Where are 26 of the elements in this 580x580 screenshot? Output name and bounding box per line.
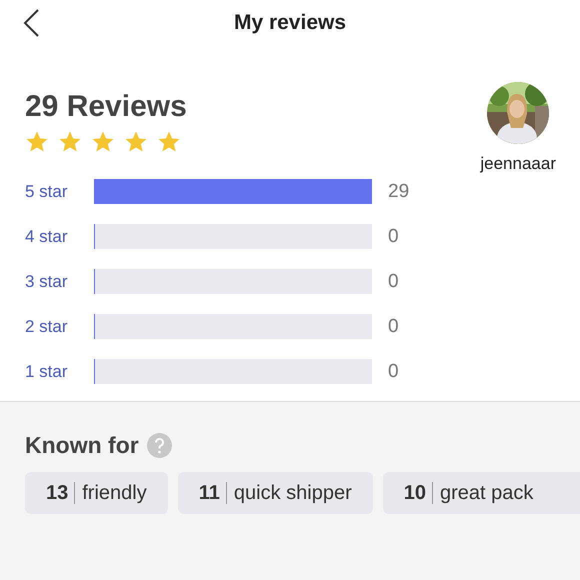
tag-label: great pack <box>438 482 534 504</box>
star-icon <box>91 130 115 154</box>
review-count: 29 Reviews <box>25 90 187 124</box>
tag-label: quick shipper <box>232 482 352 504</box>
back-button[interactable] <box>22 8 40 38</box>
rating-count: 0 <box>388 360 399 382</box>
star-icon <box>124 130 148 154</box>
star-filter-link[interactable]: 5 star <box>25 182 94 202</box>
page-title: My reviews <box>234 11 346 35</box>
star-icon <box>157 130 181 154</box>
rating-count: 0 <box>388 270 399 292</box>
tag-count: 11 <box>198 482 227 504</box>
star-icon <box>25 130 49 154</box>
star-filter-link[interactable]: 3 star <box>25 272 94 292</box>
username[interactable]: jeennaaar <box>480 154 556 174</box>
star-filter-link[interactable]: 2 star <box>25 316 94 336</box>
star-filter-link[interactable]: 4 star <box>25 226 94 246</box>
star-icon <box>58 130 82 154</box>
rating-count: 0 <box>388 226 399 248</box>
tag-label: friendly <box>81 482 147 504</box>
rating-count: 0 <box>388 316 399 338</box>
tag-count: 10 <box>404 482 433 504</box>
tag-count: 13 <box>46 482 76 504</box>
section-title: Known for <box>25 432 139 459</box>
star-filter-link[interactable]: 1 star <box>25 362 94 382</box>
rating-count: 29 <box>388 180 410 202</box>
